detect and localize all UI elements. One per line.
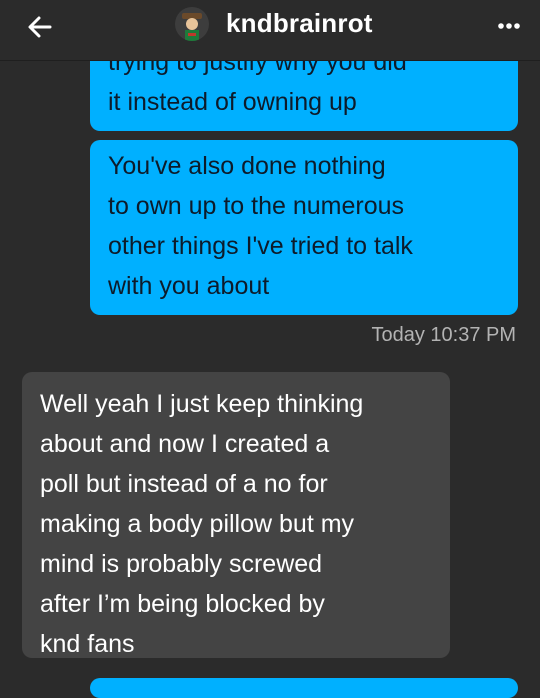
message-line: You've also done nothing bbox=[108, 152, 386, 180]
incoming-message[interactable]: Well yeah I just keep thinking about and… bbox=[22, 372, 450, 658]
conversation-title[interactable]: kndbrainrot bbox=[226, 8, 373, 39]
message-line: with you about bbox=[108, 272, 270, 300]
message-line: to own up to the numerous bbox=[108, 192, 405, 220]
avatar[interactable] bbox=[175, 7, 209, 41]
message-line: after I’m being blocked by bbox=[40, 590, 325, 618]
message-line: making a body pillow but my bbox=[40, 510, 355, 538]
message-timestamp: Today 10:37 PM bbox=[371, 324, 516, 346]
message-line: knd fans bbox=[40, 630, 135, 658]
message-line: about and now I created a bbox=[40, 430, 330, 458]
message-line: poll but instead of a no for bbox=[40, 470, 328, 498]
outgoing-message-partial[interactable] bbox=[90, 678, 518, 698]
chat-header: kndbrainrot bbox=[0, 0, 540, 61]
back-arrow-icon[interactable] bbox=[22, 9, 58, 45]
message-line: Well yeah I just keep thinking bbox=[40, 390, 364, 418]
message-line: mind is probably screwed bbox=[40, 550, 323, 578]
message-line: it instead of owning up bbox=[108, 88, 357, 116]
outgoing-message[interactable]: You've also done nothing to own up to th… bbox=[90, 140, 518, 315]
more-dots-icon[interactable] bbox=[492, 12, 526, 40]
message-line: other things I've tried to talk bbox=[108, 232, 413, 260]
